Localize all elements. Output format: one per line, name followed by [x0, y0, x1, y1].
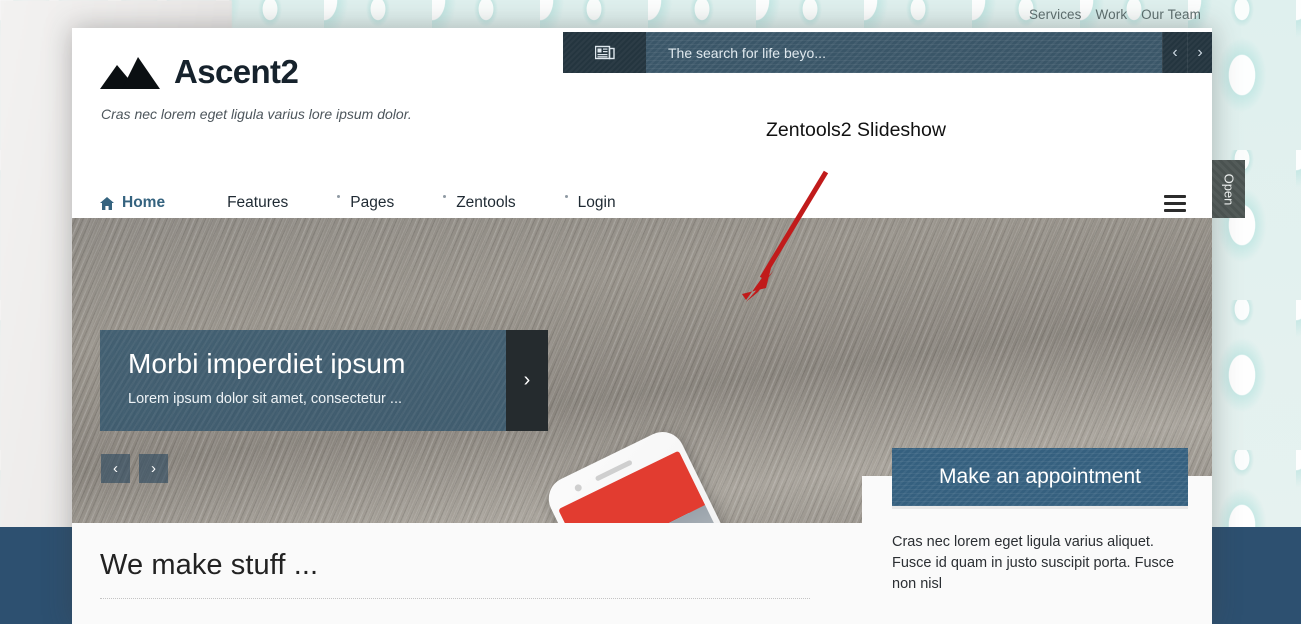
dropdown-indicator-icon	[443, 195, 447, 198]
annotation-label: Zentools2 Slideshow	[766, 119, 946, 141]
slideshow-photo-phone	[541, 424, 765, 523]
slideshow-nav: ‹ ›	[101, 454, 168, 483]
nav-item-features[interactable]: Features	[223, 194, 318, 212]
nav-item-label: Features	[227, 194, 289, 211]
topbar-link-work[interactable]: Work	[1096, 7, 1128, 22]
hamburger-bar	[1164, 208, 1186, 212]
page-title: We make stuff ...	[100, 549, 319, 581]
hamburger-bar	[1164, 194, 1186, 198]
nav-item-list: Home Features Pages Zentools Login	[72, 194, 674, 212]
nav-item-pages[interactable]: Pages	[337, 194, 424, 212]
slide-read-more-button[interactable]: ›	[506, 330, 548, 431]
site-header: Ascent2 Cras nec lorem eget ligula variu…	[72, 28, 1212, 218]
slideshow-next-button[interactable]: ›	[139, 454, 168, 483]
dropdown-indicator-icon	[564, 195, 568, 198]
nav-item-label: Pages	[350, 194, 395, 211]
brand-logo[interactable]: Ascent2	[100, 53, 299, 91]
newsflash-bar: The search for life beyo... ‹ ›	[563, 32, 1212, 73]
nav-item-label: Zentools	[456, 194, 516, 211]
nav-item-zentools[interactable]: Zentools	[443, 194, 545, 212]
topbar-link-services[interactable]: Services	[1029, 7, 1082, 22]
nav-item-label: Login	[577, 194, 616, 211]
title-divider	[100, 598, 810, 599]
appointment-module: Make an appointment Cras nec lorem eget …	[892, 448, 1188, 595]
slide-title: Morbi imperdiet ipsum	[128, 348, 406, 379]
sidebar-text: Cras nec lorem eget ligula varius alique…	[892, 532, 1188, 595]
newsflash-next-button[interactable]: ›	[1187, 32, 1212, 73]
hamburger-bar	[1164, 201, 1186, 205]
site-container: Ascent2 Cras nec lorem eget ligula variu…	[72, 28, 1212, 624]
newsflash-text[interactable]: The search for life beyo...	[646, 32, 1162, 73]
top-utility-bar: Services Work Our Team	[0, 0, 1301, 28]
dropdown-indicator-icon	[337, 195, 341, 198]
open-panel-tab-label: Open	[1221, 173, 1236, 205]
sidebar-text-line-1: Cras nec lorem eget ligula varius alique…	[892, 534, 1154, 550]
nav-item-login[interactable]: Login	[564, 194, 646, 212]
slide-caption-body: Morbi imperdiet ipsum Lorem ipsum dolor …	[100, 330, 506, 431]
slideshow-prev-button[interactable]: ‹	[101, 454, 130, 483]
slide-caption: Morbi imperdiet ipsum Lorem ipsum dolor …	[100, 330, 548, 431]
page-root: Services Work Our Team Ascent2 Cras nec …	[0, 0, 1301, 624]
open-panel-tab[interactable]: Open	[1212, 160, 1245, 218]
nav-item-label: Home	[122, 194, 166, 211]
mountain-icon	[100, 57, 160, 89]
phone-screen	[558, 450, 757, 523]
phone-camera	[573, 483, 583, 493]
brand-name: Ascent2	[174, 53, 299, 90]
annotation-arrow-icon	[742, 170, 829, 302]
slide-description: Lorem ipsum dolor sit amet, consectetur …	[128, 391, 402, 407]
nav-item-home[interactable]: Home	[96, 194, 195, 212]
sidebar-text-line-2: Fusce id quam in justo suscipit porta. F…	[892, 555, 1175, 592]
newspaper-icon	[563, 32, 646, 73]
site-tagline: Cras nec lorem eget ligula varius lore i…	[101, 106, 412, 122]
hamburger-icon[interactable]	[1164, 188, 1186, 218]
newsflash-prev-button[interactable]: ‹	[1162, 32, 1187, 73]
topbar-link-our-team[interactable]: Our Team	[1141, 7, 1201, 22]
make-appointment-button[interactable]: Make an appointment	[892, 448, 1188, 506]
primary-nav: Home Features Pages Zentools Login	[72, 188, 1212, 218]
home-icon	[100, 196, 114, 210]
